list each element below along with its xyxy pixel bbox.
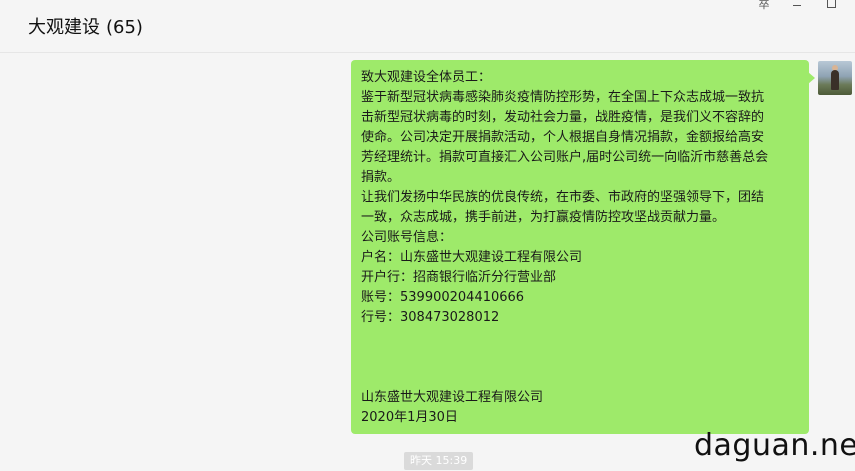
message-line: 使命。公司决定开展捐款活动，个人根据自身情况捐款，金额报给高安 [361, 130, 765, 145]
message-timestamp: 昨天 15:39 [404, 452, 474, 470]
message-line: 让我们发扬中华民族的优良传统，在市委、市政府的坚强领导下，团结 [361, 190, 765, 205]
message-line: 一致，众志成城，携手前进，为打赢疫情防控攻坚战贡献力量。 [361, 210, 726, 225]
message-line: 2020年1月30日 [361, 410, 458, 425]
member-count: (65) [106, 17, 143, 38]
message-line [361, 348, 799, 368]
pin-icon[interactable]: 卒 [757, 0, 771, 12]
group-name: 大观建设 [28, 17, 100, 38]
watermark: daguan.net [694, 428, 855, 463]
minimize-icon[interactable] [790, 0, 804, 12]
message-line: 鉴于新型冠状病毒感染肺炎疫情防控形势，在全国上下众志成城一致抗 [361, 90, 765, 105]
maximize-icon[interactable] [824, 0, 838, 12]
message-line: 账号：539900204410666 [361, 290, 525, 305]
message-line: 开户行：招商银行临沂分行营业部 [361, 270, 557, 285]
message-line: 户名：山东盛世大观建设工程有限公司 [361, 250, 583, 265]
message-line: 芳经理统计。捐款可直接汇入公司账户,届时公司统一向临沂市慈善总会 [361, 150, 769, 165]
chat-title[interactable]: 大观建设 (65) [28, 17, 143, 39]
message-line: 致大观建设全体员工： [361, 70, 492, 85]
message-line: 山东盛世大观建设工程有限公司 [361, 390, 544, 405]
message-line: 行号：308473028012 [361, 310, 500, 325]
message-line [361, 368, 799, 388]
sender-avatar[interactable] [818, 61, 852, 95]
message-line [361, 328, 799, 348]
message-line: 公司账号信息： [361, 230, 453, 245]
message-bubble[interactable]: 致大观建设全体员工： 鉴于新型冠状病毒感染肺炎疫情防控形势，在全国上下众志成城一致… [351, 60, 815, 434]
chat-header: 大观建设 (65) 卒 [0, 0, 855, 53]
message-line: 击新型冠状病毒的时刻，发动社会力量，战胜疫情，是我们义不容辞的 [361, 110, 765, 125]
message-line: 捐款。 [361, 170, 401, 185]
